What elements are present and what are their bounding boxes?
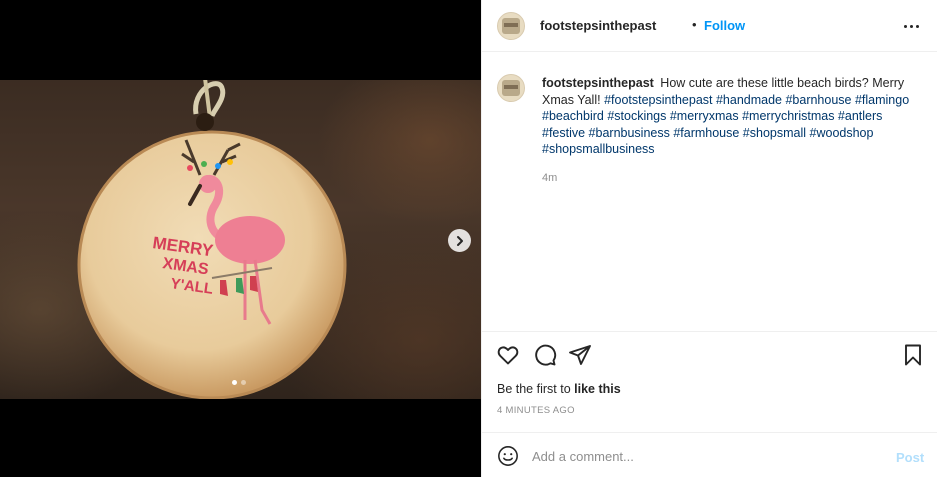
post-photo[interactable]: MERRY XMAS Y'ALL [0, 80, 481, 399]
flamingo-body [215, 216, 285, 264]
carousel-dot-active [232, 380, 237, 385]
caption-time: 4m [542, 172, 558, 184]
avatar[interactable] [497, 12, 525, 40]
caption-section: footstepsinthepast How cute are these li… [482, 52, 937, 332]
caption-username[interactable]: footstepsinthepast [542, 76, 654, 90]
ornament-illustration: MERRY XMAS Y'ALL [77, 80, 347, 399]
carousel-next-button[interactable] [448, 229, 471, 252]
wood-ornament [77, 130, 347, 399]
paper-plane-icon[interactable] [568, 343, 592, 367]
comment-input[interactable] [532, 445, 872, 467]
comment-icon[interactable] [533, 343, 557, 367]
smiley-icon[interactable] [497, 445, 519, 467]
post-media: MERRY XMAS Y'ALL [0, 0, 481, 477]
caption-avatar[interactable] [497, 74, 525, 102]
instagram-post: MERRY XMAS Y'ALL footstepsinthepast • Fo… [0, 0, 937, 477]
chevron-right-icon [456, 235, 463, 246]
likes-prefix: Be the first to [497, 382, 575, 396]
post-comment-button[interactable]: Post [896, 450, 924, 465]
heart-icon[interactable] [496, 343, 520, 367]
post-details-panel: footstepsinthepast • Follow footstepsint… [481, 0, 937, 477]
likes-summary: Be the first to like this [497, 382, 621, 396]
action-bar [482, 333, 937, 373]
more-options-icon[interactable] [900, 16, 922, 36]
post-header: footstepsinthepast • Follow [482, 0, 937, 52]
caption-text: footstepsinthepast How cute are these li… [542, 75, 927, 158]
bookmark-icon[interactable] [901, 343, 925, 367]
separator-dot: • [692, 17, 697, 32]
ornament-hole [196, 113, 214, 131]
like-this-link[interactable]: like this [574, 382, 621, 396]
flamingo-head [199, 175, 217, 193]
post-timestamp: 4 MINUTES AGO [497, 405, 575, 416]
carousel-dot [241, 380, 246, 385]
comment-bar: Post [482, 432, 937, 477]
carousel-indicator [232, 380, 246, 385]
follow-button[interactable]: Follow [704, 18, 745, 33]
header-username[interactable]: footstepsinthepast [540, 18, 656, 33]
